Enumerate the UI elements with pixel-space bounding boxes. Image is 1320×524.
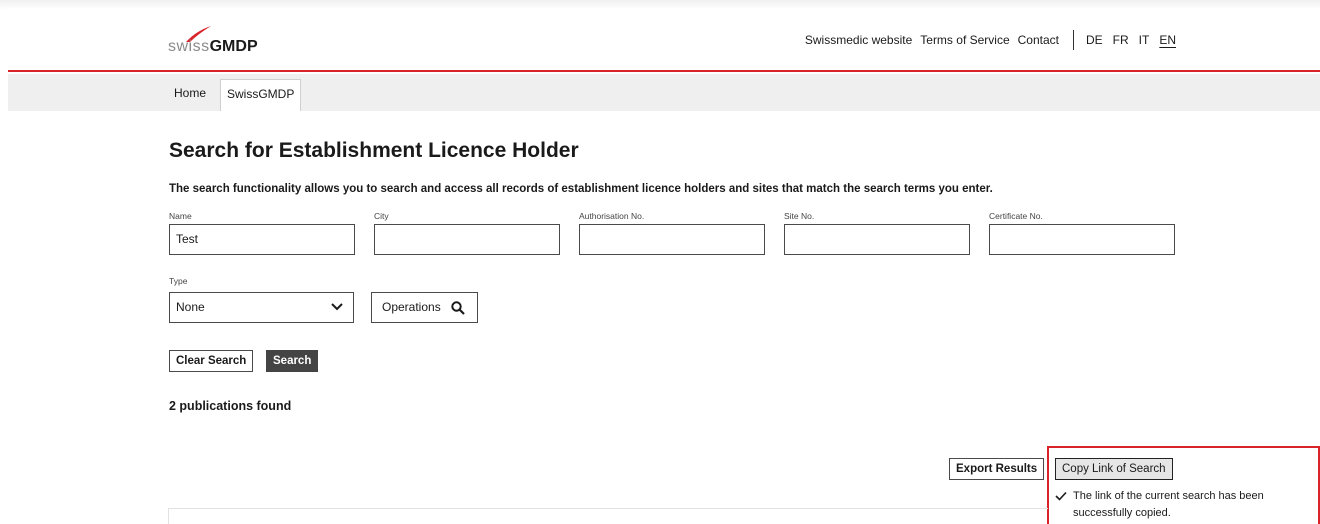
header-nav: Swissmedic website Terms of Service Cont… [797,30,1176,50]
copied-confirmation: The link of the current search has been … [1055,488,1295,522]
copy-link-button[interactable]: Copy Link of Search [1055,458,1173,480]
page: swissGMDP Swissmedic website Terms of Se… [8,8,1320,524]
site-header: swissGMDP Swissmedic website Terms of Se… [8,8,1320,72]
type-select[interactable]: None [169,292,354,323]
contact-link[interactable]: Contact [1018,33,1059,47]
logo-gmdp-text: GMDP [209,38,258,55]
authorisation-input[interactable] [579,224,765,255]
result-card [168,508,1048,524]
language-de[interactable]: DE [1086,33,1103,47]
logo-swiss-text: swiss [168,38,210,55]
swissmedic-website-link[interactable]: Swissmedic website [805,33,912,47]
language-fr[interactable]: FR [1113,33,1129,47]
checkmark-icon [1055,491,1067,501]
site-input[interactable] [784,224,970,255]
operations-button[interactable]: Operations [371,292,478,323]
breadcrumb-home[interactable]: Home [168,79,212,107]
authorisation-label: Authorisation No. [579,211,645,221]
swissgmdp-logo[interactable]: swissGMDP [168,25,278,55]
page-title: Search for Establishment Licence Holder [169,139,579,162]
breadcrumb-swissgmdp[interactable]: SwissGMDP [220,79,302,111]
name-label: Name [169,211,192,221]
terms-of-service-link[interactable]: Terms of Service [920,33,1009,47]
city-label: City [374,211,389,221]
search-button[interactable]: Search [266,350,319,372]
operations-label: Operations [382,300,441,314]
results-count: 2 publications found [169,399,292,413]
copied-message-text: The link of the current search has been … [1073,490,1264,519]
type-selected-value: None [176,300,205,314]
header-divider [1072,30,1074,50]
export-results-button[interactable]: Export Results [949,458,1045,480]
language-it[interactable]: IT [1139,33,1150,47]
type-label: Type [169,276,188,286]
language-en[interactable]: EN [1159,33,1176,47]
search-icon [451,301,465,315]
certificate-input[interactable] [989,224,1175,255]
chevron-down-icon [331,303,343,311]
city-input[interactable] [374,224,560,255]
page-description: The search functionality allows you to s… [169,183,993,195]
site-label: Site No. [784,211,815,221]
breadcrumb: Home SwissGMDP [8,74,1320,111]
certificate-label: Certificate No. [989,211,1043,221]
clear-search-button[interactable]: Clear Search [169,350,254,372]
name-input[interactable]: Test [169,224,355,255]
